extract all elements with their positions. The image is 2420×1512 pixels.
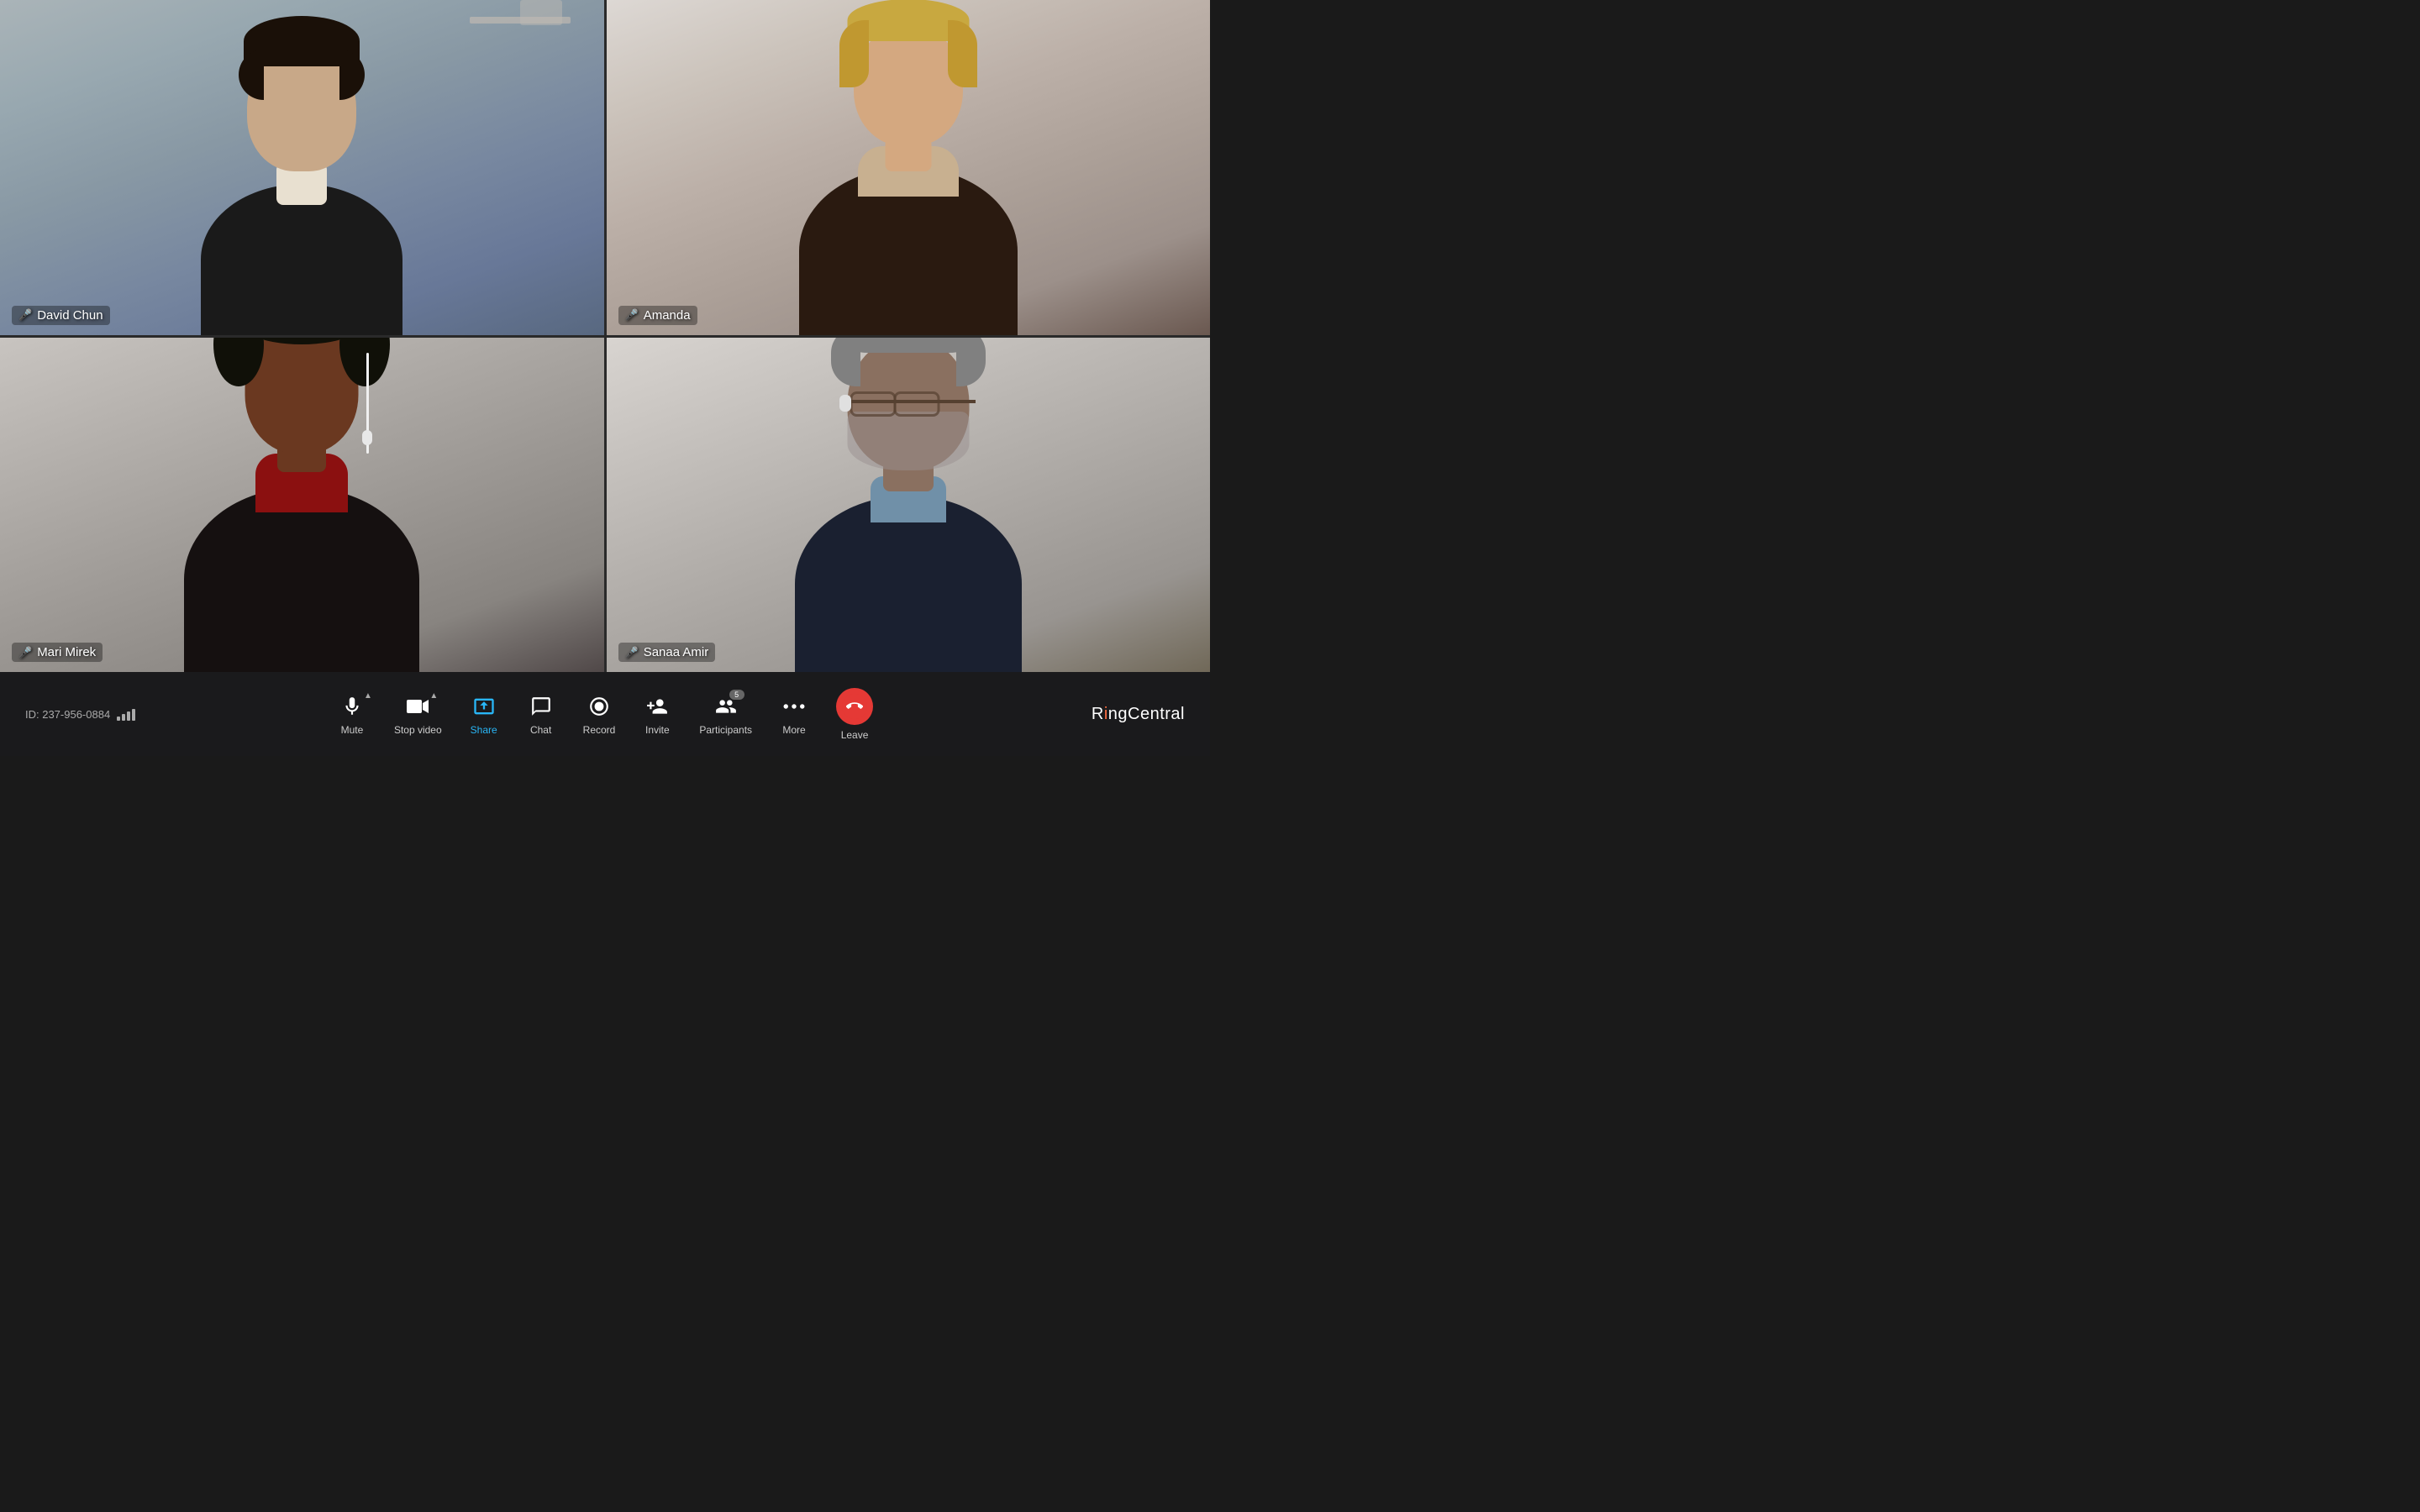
meeting-info: ID: 237-956-0884 — [25, 707, 160, 721]
signal-indicator — [117, 707, 135, 721]
video-grid: 🎤 David Chun 🎤 Amanda — [0, 0, 1210, 672]
record-label: Record — [583, 724, 616, 736]
mute-label: Mute — [341, 724, 364, 736]
toolbar: ID: 237-956-0884 ▲ Mute — [0, 672, 1210, 756]
chat-button[interactable]: Chat — [516, 688, 566, 741]
video-tile-mari: 🎤 Mari Mirek — [0, 338, 604, 673]
participant-name-sanaa: 🎤 Sanaa Amir — [618, 643, 716, 662]
share-button[interactable]: Share — [459, 688, 509, 741]
mute-button[interactable]: ▲ Mute — [327, 688, 377, 741]
signal-bar-1 — [117, 717, 120, 721]
participants-icon: 5 — [713, 693, 739, 720]
video-tile-amanda: 🎤 Amanda — [607, 0, 1211, 335]
invite-label: Invite — [645, 724, 670, 736]
record-button[interactable]: Record — [573, 688, 626, 741]
mic-icon-mari: 🎤 — [18, 646, 32, 659]
leave-icon — [836, 688, 873, 725]
mute-icon: ▲ — [339, 693, 366, 720]
stop-video-chevron: ▲ — [429, 691, 438, 701]
share-icon — [471, 693, 497, 720]
toolbar-controls: ▲ Mute ▲ Stop video Share — [327, 683, 883, 746]
participants-label: Participants — [699, 724, 752, 736]
mic-icon-david: 🎤 — [18, 308, 32, 322]
participant-name-amanda: 🎤 Amanda — [618, 306, 697, 325]
video-tile-sanaa: 🎤 Sanaa Amir — [607, 338, 1211, 673]
mic-icon-amanda: 🎤 — [625, 308, 639, 322]
more-label: More — [782, 724, 805, 736]
leave-button[interactable]: Leave — [826, 683, 883, 746]
participant-count: 5 — [729, 690, 744, 700]
more-icon — [781, 693, 808, 720]
share-label: Share — [471, 724, 497, 736]
video-tile-david: 🎤 David Chun — [0, 0, 604, 335]
stop-video-icon: ▲ — [404, 693, 431, 720]
participant-name-david: 🎤 David Chun — [12, 306, 110, 325]
more-button[interactable]: More — [769, 688, 819, 741]
signal-bar-4 — [132, 709, 135, 721]
record-icon — [586, 693, 613, 720]
participant-name-mari: 🎤 Mari Mirek — [12, 643, 103, 662]
invite-button[interactable]: Invite — [632, 688, 682, 741]
signal-bar-3 — [127, 711, 130, 721]
mic-icon-sanaa: 🎤 — [625, 646, 639, 659]
participants-button[interactable]: 5 Participants — [689, 688, 762, 741]
chat-icon — [528, 693, 555, 720]
stop-video-label: Stop video — [394, 724, 442, 736]
chat-label: Chat — [530, 724, 551, 736]
brand-name: RingCentral — [1092, 705, 1185, 724]
invite-icon — [644, 693, 671, 720]
signal-bar-2 — [122, 714, 125, 721]
leave-label: Leave — [841, 729, 869, 741]
meeting-id-text: ID: 237-956-0884 — [25, 708, 110, 721]
stop-video-button[interactable]: ▲ Stop video — [384, 688, 452, 741]
brand-area: RingCentral — [1050, 705, 1185, 724]
mute-chevron: ▲ — [364, 691, 372, 701]
